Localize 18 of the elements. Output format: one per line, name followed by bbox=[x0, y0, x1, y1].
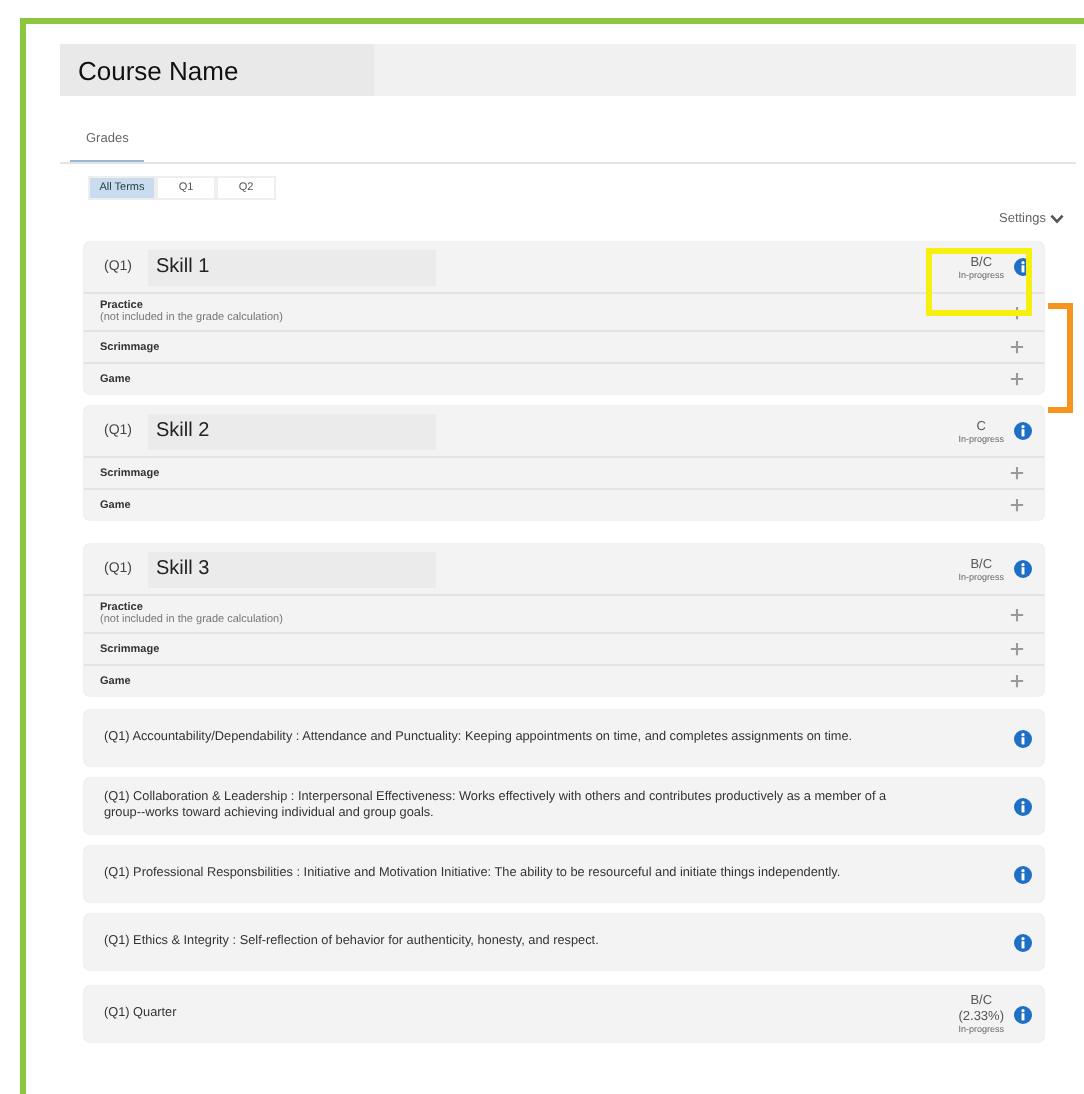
bracket-drawing bbox=[1048, 302, 1076, 414]
course-name: Course Name bbox=[60, 44, 374, 96]
skill-name: Skill 3 bbox=[148, 551, 436, 587]
info-icon[interactable] bbox=[1014, 560, 1032, 578]
expand-plus-icon[interactable] bbox=[1010, 674, 1024, 688]
expand-plus-icon[interactable] bbox=[1010, 466, 1024, 480]
chevron-down-icon bbox=[1050, 214, 1064, 224]
skill-name: Skill 2 bbox=[148, 413, 436, 449]
expand-plus-icon[interactable] bbox=[1010, 607, 1024, 621]
expand-plus-icon[interactable] bbox=[1010, 498, 1024, 512]
skill-name: Skill 1 bbox=[148, 249, 436, 285]
info-icon[interactable] bbox=[1014, 422, 1032, 440]
info-icon[interactable] bbox=[1014, 258, 1032, 276]
expand-plus-icon[interactable] bbox=[1010, 305, 1024, 319]
expand-plus-icon[interactable] bbox=[1010, 372, 1024, 386]
expand-plus-icon[interactable] bbox=[1010, 642, 1024, 656]
expand-plus-icon[interactable] bbox=[1010, 340, 1024, 354]
highlight-box bbox=[926, 248, 1032, 316]
